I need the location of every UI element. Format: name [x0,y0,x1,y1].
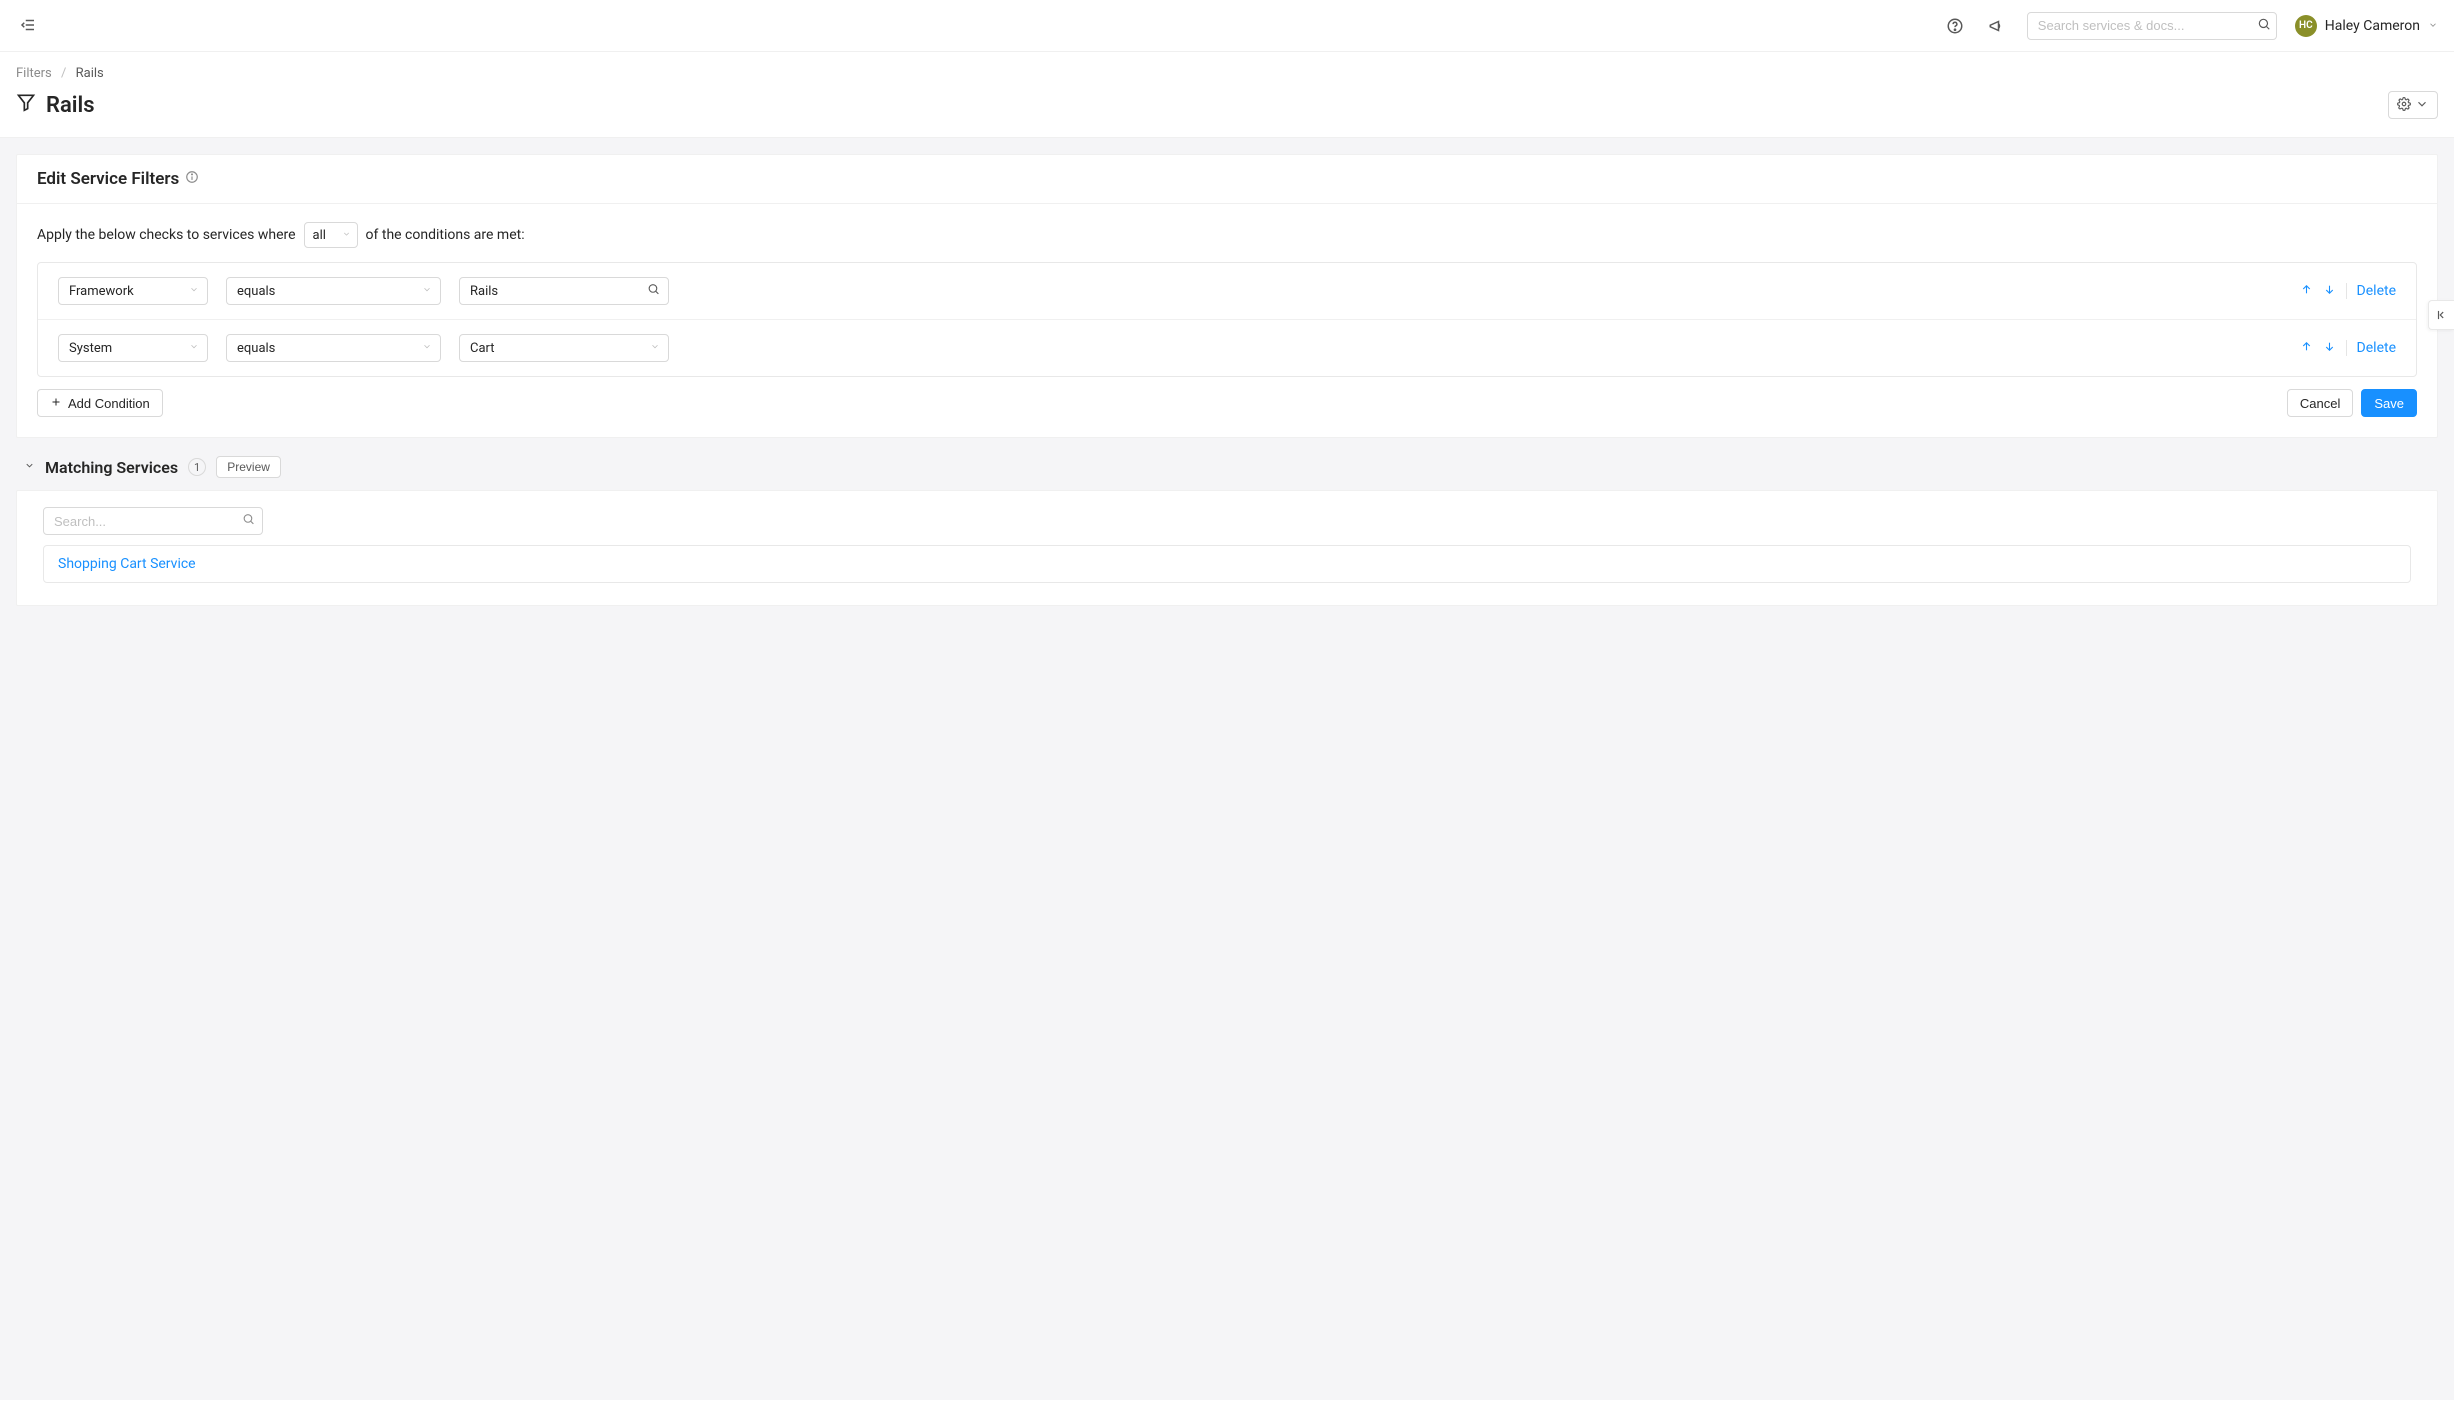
matching-services-section: Matching Services 1 Preview Shopping Car… [16,456,2438,606]
card-header: Edit Service Filters [17,155,2437,204]
cancel-button[interactable]: Cancel [2287,389,2353,417]
chevron-down-icon [342,228,351,243]
breadcrumb: Filters / Rails [16,66,2438,81]
chevron-down-icon [650,341,660,356]
chevron-down-icon [2415,97,2429,114]
breadcrumb-separator: / [61,66,66,81]
matching-result-row: Shopping Cart Service [43,545,2411,583]
move-down-button[interactable] [2323,283,2336,300]
save-button[interactable]: Save [2361,389,2417,417]
condition-value-input[interactable]: Rails [459,277,669,305]
matching-count-badge: 1 [188,458,206,476]
user-name: Haley Cameron [2325,18,2420,34]
conditions-list: Framework equals Rails [37,262,2417,377]
chevron-down-icon [189,341,199,356]
apply-sentence: Apply the below checks to services where… [37,222,2417,248]
collapse-toggle[interactable] [24,459,35,475]
divider [2346,283,2347,299]
move-up-button[interactable] [2300,283,2313,300]
help-icon[interactable] [1943,14,1967,38]
move-down-button[interactable] [2323,340,2336,357]
global-search-input[interactable] [2027,12,2277,40]
chevron-down-icon [189,284,199,299]
condition-value-input[interactable]: Cart [459,334,669,362]
plus-icon [50,396,62,411]
divider [2346,340,2347,356]
search-icon [242,513,255,530]
condition-operator-select[interactable]: equals [226,277,441,305]
matching-result-link[interactable]: Shopping Cart Service [58,556,196,572]
filter-icon [16,92,36,118]
matching-results: Shopping Cart Service [43,545,2411,583]
page-settings-button[interactable] [2388,91,2438,119]
sidebar-collapse-icon[interactable] [16,13,40,37]
add-condition-button[interactable]: Add Condition [37,389,163,417]
page-title: Rails [16,92,95,118]
edit-service-filters-card: Edit Service Filters Apply the below che… [16,154,2438,438]
delete-condition-link[interactable]: Delete [2357,283,2396,299]
search-icon [647,283,660,300]
condition-key-select[interactable]: Framework [58,277,208,305]
global-search[interactable] [2027,12,2277,40]
avatar: HC [2295,15,2317,37]
condition-key-select[interactable]: System [58,334,208,362]
chevron-down-icon [422,284,432,299]
preview-button[interactable]: Preview [216,456,281,478]
delete-condition-link[interactable]: Delete [2357,340,2396,356]
move-up-button[interactable] [2300,340,2313,357]
gear-icon [2397,97,2411,114]
card-title: Edit Service Filters [37,169,179,189]
apply-mode-select[interactable]: all [304,222,358,248]
breadcrumb-root[interactable]: Filters [16,66,52,81]
workspace: Edit Service Filters Apply the below che… [0,138,2454,1400]
condition-operator-select[interactable]: equals [226,334,441,362]
condition-row: System equals Cart [38,320,2416,376]
chevron-down-icon [422,341,432,356]
topbar: HC Haley Cameron [0,0,2454,52]
matching-search[interactable] [43,507,263,535]
matching-search-input[interactable] [43,507,263,535]
matching-title: Matching Services [45,458,178,477]
chevron-down-icon [2428,18,2438,34]
condition-row: Framework equals Rails [38,263,2416,320]
breadcrumb-current: Rails [76,66,104,81]
announcements-icon[interactable] [1985,14,2009,38]
user-menu[interactable]: HC Haley Cameron [2295,15,2438,37]
page-header: Filters / Rails Rails [0,52,2454,138]
info-icon[interactable] [185,170,199,188]
side-panel-toggle[interactable] [2428,300,2454,330]
